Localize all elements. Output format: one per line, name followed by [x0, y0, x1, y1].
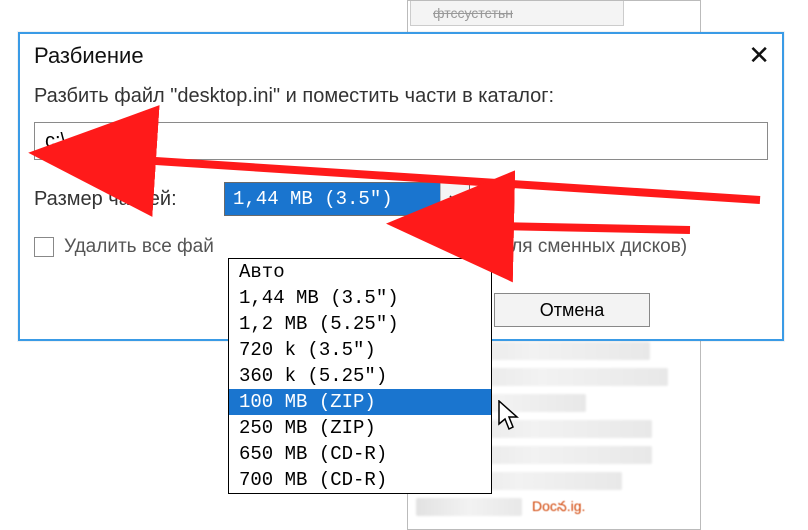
cancel-button[interactable]: Отмена	[494, 293, 650, 327]
part-size-label: Размер частей:	[34, 188, 210, 211]
titlebar: Разбиение ✕	[20, 34, 782, 73]
option-700mb-cdr[interactable]: 700 MB (CD-R)	[229, 467, 491, 493]
delete-after-checkbox[interactable]	[34, 237, 54, 257]
delete-after-label-right: ько для сменных дисков)	[466, 236, 687, 258]
background-filename: Docన.ig.	[532, 498, 585, 518]
dialog-title: Разбиение	[34, 43, 144, 69]
option-720k[interactable]: 720 k (3.5")	[229, 337, 491, 363]
option-1-44mb[interactable]: 1,44 MB (3.5")	[229, 285, 491, 311]
close-button[interactable]: ✕	[748, 40, 770, 71]
chevron-down-icon[interactable]	[440, 183, 469, 215]
option-1-2mb[interactable]: 1,2 MB (5.25")	[229, 311, 491, 337]
prompt-text: Разбить файл "desktop.ini" и поместить ч…	[34, 85, 768, 108]
part-size-selected: 1,44 MB (3.5")	[225, 183, 440, 215]
target-path-input[interactable]	[34, 122, 768, 160]
option-360k[interactable]: 360 k (5.25")	[229, 363, 491, 389]
part-size-combobox[interactable]: 1,44 MB (3.5")	[224, 182, 470, 216]
option-auto[interactable]: Авто	[229, 259, 491, 285]
option-650mb-cdr[interactable]: 650 MB (CD-R)	[229, 441, 491, 467]
option-100mb-zip[interactable]: 100 MB (ZIP)	[229, 389, 491, 415]
part-size-dropdown[interactable]: Авто 1,44 MB (3.5") 1,2 MB (5.25") 720 k…	[228, 258, 492, 494]
delete-after-label-left: Удалить все фай	[64, 236, 214, 258]
option-250mb-zip[interactable]: 250 MB (ZIP)	[229, 415, 491, 441]
